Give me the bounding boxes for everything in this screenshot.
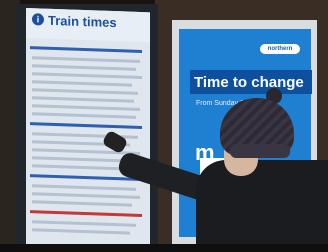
board-row xyxy=(32,56,140,63)
board-row xyxy=(32,200,132,207)
board-row xyxy=(32,64,136,71)
person-coat xyxy=(196,160,328,252)
board-row xyxy=(32,192,140,199)
board-row xyxy=(32,220,136,227)
poster-logo: northern xyxy=(260,44,300,54)
hat-brim xyxy=(230,144,290,158)
board-divider xyxy=(30,122,142,130)
board-row xyxy=(32,88,138,95)
board-row xyxy=(32,80,132,87)
board-row xyxy=(32,96,134,103)
board-row xyxy=(32,104,140,111)
board-row xyxy=(32,228,130,235)
info-icon: i xyxy=(32,13,44,26)
bottom-edge xyxy=(0,244,328,252)
board-header: i Train times xyxy=(26,8,150,43)
board-divider-red xyxy=(30,210,142,218)
photo-scene: i Train times northern Time to change Fr… xyxy=(0,0,328,252)
board-row xyxy=(32,72,142,80)
board-title: Train times xyxy=(48,12,117,31)
board-row xyxy=(32,156,134,163)
board-divider xyxy=(30,46,142,54)
board-row xyxy=(32,112,136,119)
poster-title: Time to change xyxy=(190,70,312,94)
train-times-board: i Train times xyxy=(26,8,150,252)
board-row xyxy=(32,184,136,191)
